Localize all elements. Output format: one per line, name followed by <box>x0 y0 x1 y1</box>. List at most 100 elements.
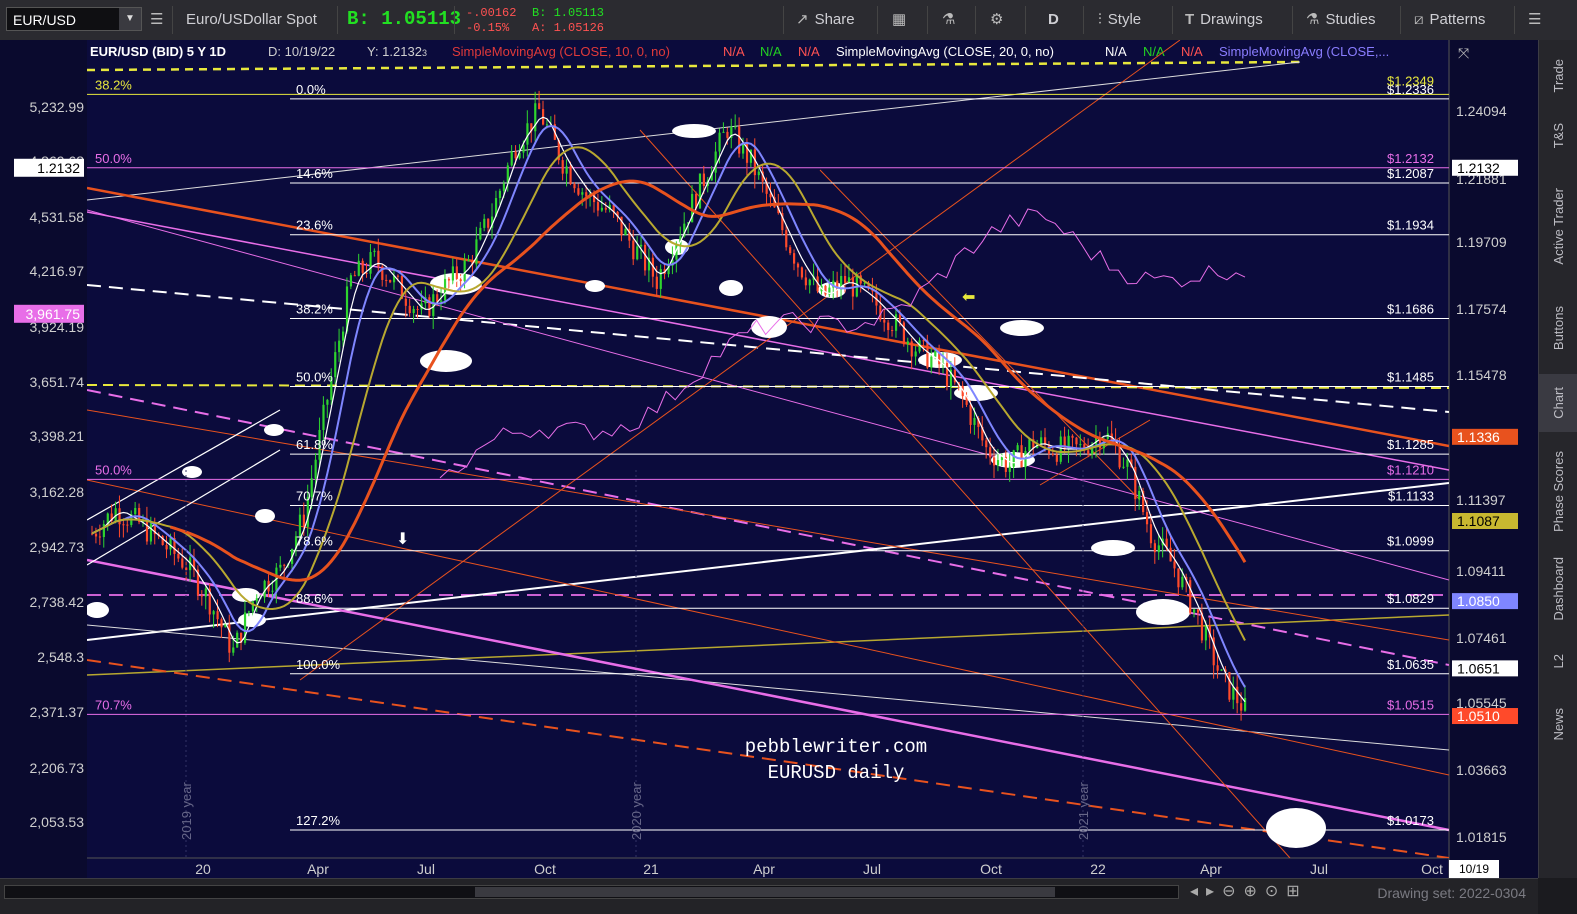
right-tab-phase-scores[interactable]: Phase Scores <box>1539 442 1577 540</box>
candle-body-22 <box>177 553 180 559</box>
pink-level-price-0: $1.2132 <box>1387 151 1434 166</box>
left-tick-7: 3,162.28 <box>30 484 85 500</box>
candle-body-170 <box>757 171 760 176</box>
legend-sma20-na1: N/A <box>1105 44 1127 59</box>
candle-body-24 <box>185 567 188 571</box>
gear-icon[interactable]: ⚙ <box>990 0 1009 40</box>
candle-body-278 <box>1181 576 1184 588</box>
price-badge-2: 1.1087 <box>1457 513 1500 529</box>
flask-icon[interactable]: ⚗ <box>942 0 961 40</box>
grid-icon[interactable]: ▦ <box>892 0 912 40</box>
style-button[interactable]: ⫶ Style <box>1098 0 1141 40</box>
symbol-description: Euro/USDollar Spot <box>186 11 317 28</box>
candle-body-14 <box>145 519 149 542</box>
candle-body-180 <box>796 263 800 268</box>
right-tab-label: Buttons <box>1551 305 1566 351</box>
candle-body-72 <box>373 250 376 253</box>
candle-body-40 <box>247 611 251 613</box>
share-icon: ↗ <box>796 11 809 28</box>
right-tab-l2[interactable]: L2 <box>1539 638 1577 684</box>
menu-icon[interactable]: ☰ <box>1528 0 1547 40</box>
marker-oval-18 <box>264 424 284 436</box>
candle-body-212 <box>922 340 925 342</box>
pink-level-price-1: $1.1210 <box>1387 462 1434 477</box>
left-tick-3: 4,216.97 <box>30 263 85 279</box>
candle-body-48 <box>279 564 282 568</box>
horizontal-scrollbar[interactable] <box>4 885 1179 899</box>
right-tab-label: T&S <box>1551 123 1566 149</box>
candle-body-62 <box>334 352 337 378</box>
link-icon[interactable]: ☰ <box>150 0 169 40</box>
candle-body-232 <box>1000 456 1004 461</box>
x-tick-11: Oct <box>1421 861 1443 877</box>
candle-body-81 <box>408 305 411 314</box>
fib-level-price-10: $1.0173 <box>1387 813 1434 828</box>
right-tab-chart[interactable]: Chart <box>1539 374 1577 432</box>
x-tick-6: Jul <box>863 861 881 877</box>
studies-button[interactable]: ⚗ Studies <box>1306 0 1376 40</box>
candle-body-91 <box>447 278 451 281</box>
candle-body-105 <box>502 183 505 191</box>
candle-body-69 <box>361 260 364 273</box>
right-tick-6: 1.09411 <box>1456 563 1506 579</box>
candle-body-123 <box>573 184 576 189</box>
fib-level-pct-4: 50.0% <box>296 369 333 384</box>
right-tick-10: 1.01815 <box>1456 829 1507 845</box>
patterns-button[interactable]: ⧄ Patterns <box>1414 0 1485 40</box>
right-tick-7: 1.07461 <box>1456 630 1507 646</box>
candle-body-205 <box>894 314 898 331</box>
period-button[interactable]: D <box>1048 0 1059 40</box>
candle-body-246 <box>1055 454 1058 462</box>
share-button[interactable]: ↗ Share <box>796 0 855 40</box>
marker-oval-13 <box>1266 808 1326 848</box>
scrollbar-thumb[interactable] <box>475 887 1055 897</box>
candle-body-60 <box>326 399 329 405</box>
candle-body-267 <box>1138 490 1141 500</box>
candle-body-264 <box>1126 459 1129 467</box>
candle-body-204 <box>891 330 894 332</box>
candle-body-156 <box>702 173 705 186</box>
candle-body-66 <box>349 275 353 287</box>
candle-body-254 <box>1087 450 1090 455</box>
candle-body-178 <box>789 247 792 254</box>
marker-oval-11 <box>1091 540 1135 556</box>
fib-level-price-7: $1.0999 <box>1387 534 1434 549</box>
right-tab-trade[interactable]: Trade <box>1539 50 1577 102</box>
marker-oval-0 <box>672 124 716 138</box>
marker-oval-9 <box>1000 320 1044 336</box>
fib-level-pct-3: 38.2% <box>296 302 333 317</box>
right-tab-active-trader[interactable]: Active Trader <box>1539 170 1577 282</box>
symbol-selector[interactable]: EUR/USD ▼ <box>6 7 142 31</box>
drawings-button[interactable]: T Drawings <box>1185 0 1263 40</box>
candle-body-139 <box>636 246 639 260</box>
right-tab-label: Active Trader <box>1551 187 1566 265</box>
marker-oval-14 <box>87 602 109 618</box>
x-tick-9: Apr <box>1200 861 1222 877</box>
right-tab-t-s[interactable]: T&S <box>1539 112 1577 160</box>
candle-body-228 <box>985 440 988 448</box>
fib-level-price-1: $1.2087 <box>1387 166 1434 181</box>
candle-body-130 <box>600 207 604 211</box>
pink-level-pct-0: 50.0% <box>95 151 132 166</box>
left-tick-8: 2,942.73 <box>30 539 85 555</box>
candle-body-49 <box>283 564 286 566</box>
collapse-icon[interactable]: ⤧ <box>1458 45 1469 61</box>
fib-level-pct-1: 14.6% <box>296 166 333 181</box>
price-chart[interactable]: EUR/USD (BID) 5 Y 1D D: 10/19/22 Y: 1.21… <box>0 40 1538 878</box>
year-label-0: 2019 year <box>179 782 194 840</box>
left-tick-5: 3,651.74 <box>30 374 85 390</box>
right-tab-news[interactable]: News <box>1539 694 1577 754</box>
left-tick-6: 3,398.21 <box>30 428 85 444</box>
candle-body-182 <box>804 277 807 286</box>
right-tab-dashboard[interactable]: Dashboard <box>1539 550 1577 628</box>
candle-body-192 <box>843 275 847 283</box>
candle-body-272 <box>1157 545 1160 553</box>
style-label: Style <box>1107 11 1142 28</box>
legend-symbol: EUR/USD (BID) 5 Y 1D <box>90 44 226 59</box>
right-tab-buttons[interactable]: Buttons <box>1539 292 1577 364</box>
chevron-down-icon[interactable]: ▼ <box>119 8 141 30</box>
candle-body-7 <box>118 508 121 525</box>
share-label: Share <box>814 11 855 28</box>
zoom-controls[interactable]: ◂▸⊖⊕⊙⊞ <box>1190 881 1308 901</box>
x-tick-5: Apr <box>753 861 775 877</box>
